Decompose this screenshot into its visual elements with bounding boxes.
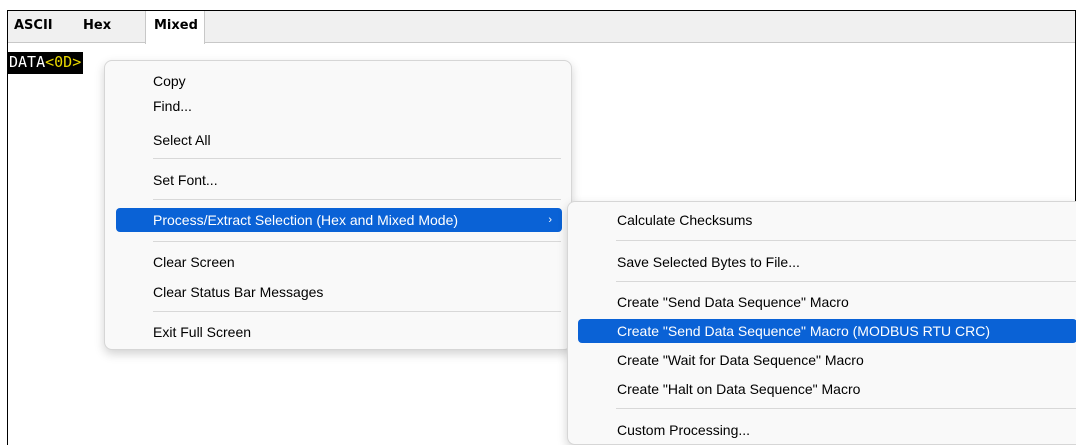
menu-item-clear-screen[interactable]: Clear Screen — [116, 250, 562, 274]
terminal-output-line[interactable]: DATA<0D> — [7, 52, 84, 74]
tab-ascii[interactable]: ASCII — [14, 11, 53, 43]
submenu-item-wait-macro[interactable]: Create "Wait for Data Sequence" Macro — [578, 348, 1076, 372]
menu-separator — [616, 408, 1076, 409]
view-tab-bar: ASCII Hex Mixed — [8, 11, 1075, 44]
context-menu: Copy Find... Select All Set Font... Proc… — [104, 60, 572, 350]
menu-item-copy[interactable]: Copy — [116, 69, 562, 93]
menu-separator — [616, 281, 1076, 282]
menu-item-exit-full-screen[interactable]: Exit Full Screen — [116, 320, 562, 344]
tab-mixed[interactable]: Mixed — [145, 11, 205, 44]
menu-separator — [153, 241, 561, 242]
submenu-item-custom-processing[interactable]: Custom Processing... — [578, 418, 1076, 442]
menu-separator — [153, 199, 561, 200]
menu-item-process-extract[interactable]: Process/Extract Selection (Hex and Mixed… — [116, 208, 562, 232]
chevron-right-icon: › — [548, 214, 552, 226]
terminal-text: DATA — [9, 53, 46, 71]
submenu-item-halt-macro[interactable]: Create "Halt on Data Sequence" Macro — [578, 377, 1076, 401]
menu-separator — [616, 240, 1076, 241]
menu-item-set-font[interactable]: Set Font... — [116, 168, 562, 192]
submenu-item-save-selected-bytes[interactable]: Save Selected Bytes to File... — [578, 250, 1076, 274]
menu-separator — [153, 158, 561, 159]
menu-item-process-extract-label: Process/Extract Selection (Hex and Mixed… — [153, 212, 459, 228]
submenu-item-send-macro-modbus[interactable]: Create "Send Data Sequence" Macro (MODBU… — [578, 319, 1076, 343]
submenu-item-send-macro[interactable]: Create "Send Data Sequence" Macro — [578, 290, 1076, 314]
terminal-control-char: <0D> — [45, 53, 82, 71]
process-submenu: Calculate Checksums Save Selected Bytes … — [567, 201, 1076, 445]
tab-hex[interactable]: Hex — [83, 11, 111, 43]
menu-item-clear-status-bar[interactable]: Clear Status Bar Messages — [116, 280, 562, 304]
menu-item-find[interactable]: Find... — [116, 94, 562, 118]
submenu-item-calculate-checksums[interactable]: Calculate Checksums — [578, 208, 1076, 232]
menu-separator — [153, 311, 561, 312]
menu-item-select-all[interactable]: Select All — [116, 128, 562, 152]
